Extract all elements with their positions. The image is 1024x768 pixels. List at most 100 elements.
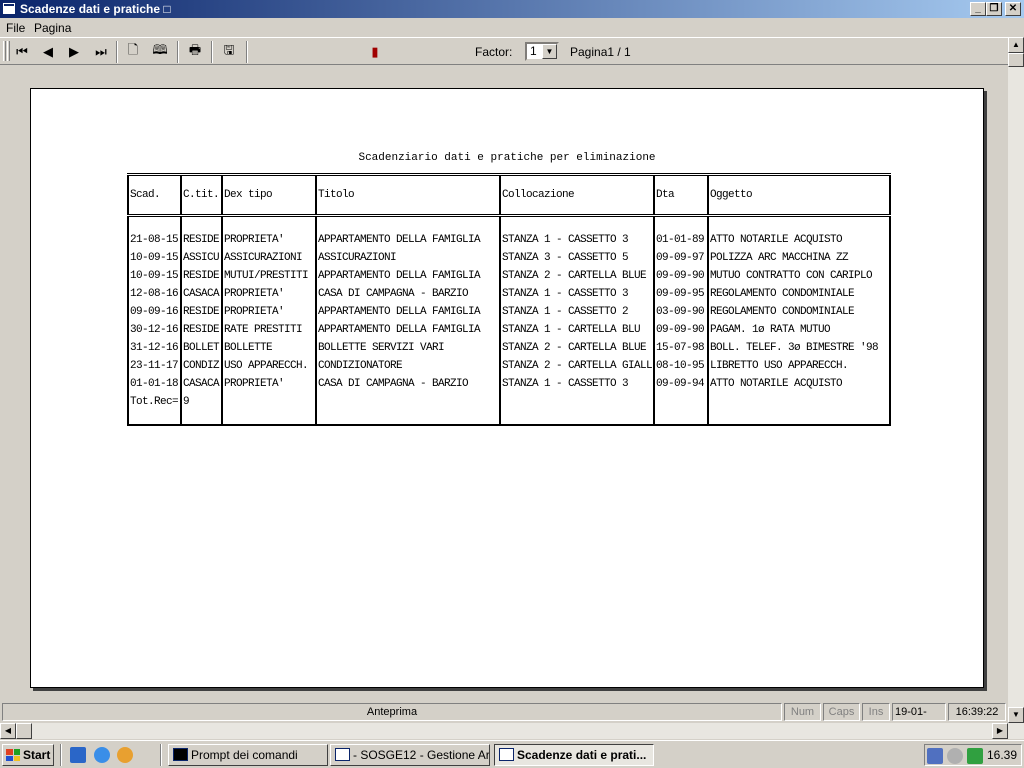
show-desktop-icon[interactable] <box>70 747 86 763</box>
security-icon[interactable] <box>947 748 963 764</box>
table-cell: 10-09-15 <box>127 267 182 285</box>
taskbar: Start Prompt dei comandi - SOSGE12 - Ges… <box>0 740 1024 768</box>
table-cell: ATTO NOTARILE ACQUISTO <box>707 375 892 393</box>
exit-door-icon[interactable]: ▮ <box>364 41 386 63</box>
start-label: Start <box>23 748 51 762</box>
column-header: Scad. <box>127 173 182 217</box>
table-cell: STANZA 2 - CARTELLA GIALL <box>498 357 656 375</box>
menu-bar: File Pagina <box>0 18 1024 37</box>
table-row: 12-08-16 CASACA PROPRIETA' CASA DI CAMPAGNA… <box>127 285 892 303</box>
chevron-down-icon[interactable]: ▼ <box>542 44 557 59</box>
table-cell: RATE PRESTITI <box>221 321 317 339</box>
menu-pagina[interactable]: Pagina <box>34 21 71 35</box>
table-cell: APPARTAMENTO DELLA FAMIGLIA <box>315 321 501 339</box>
scroll-up-icon[interactable]: ▲ <box>1008 37 1024 53</box>
table-cell: POLIZZA ARC MACCHINA ZZ <box>707 249 892 267</box>
scroll-thumb[interactable] <box>1008 53 1024 67</box>
table-row: 10-09-15 ASSICU ASSICURAZIONI ASSICURAZIONI… <box>127 249 892 267</box>
next-page-icon[interactable]: ▶ <box>63 41 85 63</box>
task-sosge12[interactable]: - SOSGE12 - Gestione Ar... <box>330 744 490 766</box>
column-header: Dex tipo <box>221 173 317 217</box>
table-cell: 12-08-16 <box>127 285 182 303</box>
scroll-left-icon[interactable]: ◀ <box>0 723 16 739</box>
toolbar-separator <box>177 41 179 63</box>
table-cell: RESIDE <box>180 303 223 321</box>
table-cell: STANZA 1 - CARTELLA BLU <box>498 321 656 339</box>
table-row: 30-12-16 RESIDE RATE PRESTITI APPARTAMENTO … <box>127 321 892 339</box>
safely-remove-icon[interactable] <box>967 748 983 764</box>
column-header: Oggetto <box>707 173 892 217</box>
print-preview-area[interactable]: Scadenziario dati e pratiche per elimina… <box>0 66 1008 702</box>
table-cell: STANZA 2 - CARTELLA BLUE <box>498 267 656 285</box>
table-cell <box>498 393 656 413</box>
table-cell: STANZA 1 - CASSETTO 3 <box>498 375 656 393</box>
table-cell: 09-09-95 <box>653 285 710 303</box>
table-cell: 15-07-98 <box>653 339 710 357</box>
vertical-scrollbar[interactable]: ▲ ▼ <box>1008 37 1024 723</box>
network-icon[interactable] <box>927 748 943 764</box>
table-cell: PROPRIETA' <box>221 303 317 321</box>
two-pages-icon[interactable]: 🕮 <box>149 41 171 63</box>
first-page-icon[interactable]: ⏮ <box>11 41 33 63</box>
table-cell: 09-09-97 <box>653 249 710 267</box>
table-cell: BOLLETTE <box>221 339 317 357</box>
table-cell: CASA DI CAMPAGNA - BARZIO <box>315 375 501 393</box>
table-cell: BOLLETTE SERVIZI VARI <box>315 339 501 357</box>
close-button[interactable]: ✕ <box>1005 2 1021 16</box>
table-row: 01-01-18 CASACA PROPRIETA' CASA DI CAMPAGNA… <box>127 375 892 393</box>
table-cell: REGOLAMENTO CONDOMINIALE <box>707 303 892 321</box>
table-cell: STANZA 1 - CASSETTO 2 <box>498 303 656 321</box>
table-cell: APPARTAMENTO DELLA FAMIGLIA <box>315 215 501 249</box>
total-row: Tot.Rec= 9 <box>127 393 892 413</box>
single-page-icon[interactable]: 🗋 <box>122 41 144 63</box>
table-cell: CASA DI CAMPAGNA - BARZIO <box>315 285 501 303</box>
toolbar-separator <box>246 41 248 63</box>
toolbar-separator <box>211 41 213 63</box>
minimize-button[interactable]: _ <box>970 2 986 16</box>
table-cell: RESIDE <box>180 215 223 249</box>
scroll-thumb[interactable] <box>16 723 32 739</box>
status-ins: Ins <box>862 703 890 721</box>
table-cell <box>221 393 317 413</box>
table-cell: ASSICU <box>180 249 223 267</box>
table-cell: PROPRIETA' <box>221 285 317 303</box>
table-cell: 03-09-90 <box>653 303 710 321</box>
status-time: 16:39:22 <box>948 703 1006 721</box>
table-footer-cell <box>707 413 892 426</box>
media-player-icon[interactable] <box>117 747 133 763</box>
export-icon[interactable]: 🖫 <box>218 41 240 63</box>
scroll-right-icon[interactable]: ▶ <box>992 723 1008 739</box>
table-row: 31-12-16 BOLLET BOLLETTE BOLLETTE SERVIZI V… <box>127 339 892 357</box>
scroll-down-icon[interactable]: ▼ <box>1008 707 1024 723</box>
horizontal-scrollbar[interactable]: ◀ ▶ <box>0 723 1024 739</box>
last-page-icon[interactable]: ⏭ <box>90 41 112 63</box>
column-header: Dta <box>653 173 710 217</box>
table-cell: MUTUI/PRESTITI <box>221 267 317 285</box>
toolbar-grip[interactable] <box>3 41 6 61</box>
clock: 16.39 <box>987 748 1018 762</box>
table-row: 23-11-17 CONDIZ USO APPARECCH. CONDIZIONATO… <box>127 357 892 375</box>
table-cell: 23-11-17 <box>127 357 182 375</box>
factor-select[interactable]: 1 ▼ <box>525 42 559 61</box>
app-icon[interactable] <box>2 2 16 15</box>
print-icon[interactable]: 🖶 <box>184 41 206 63</box>
table-row: 09-09-16 RESIDE PROPRIETA' APPARTAMENTO DEL… <box>127 303 892 321</box>
restore-button[interactable]: ❐ <box>986 2 1002 16</box>
table-cell: 9 <box>180 393 223 413</box>
task-command-prompt[interactable]: Prompt dei comandi <box>168 744 328 766</box>
table-header-row: Scad. C.tit. Dex tipo Titolo Collocazione Dta… <box>127 173 892 217</box>
windows-logo-icon <box>6 749 20 761</box>
table-cell: PROPRIETA' <box>221 375 317 393</box>
status-date: 19-01-2016 <box>892 703 946 721</box>
table-footer-cell <box>180 413 223 426</box>
internet-explorer-icon[interactable] <box>94 747 110 763</box>
task-label: Prompt dei comandi <box>191 748 298 762</box>
toolbar-grip[interactable] <box>7 41 10 61</box>
table-cell <box>653 393 710 413</box>
task-scadenze[interactable]: Scadenze dati e prati... <box>494 744 654 766</box>
previous-page-icon[interactable]: ◀ <box>37 41 59 63</box>
menu-file[interactable]: File <box>6 21 25 35</box>
column-header: Collocazione <box>498 173 656 217</box>
start-button[interactable]: Start <box>2 744 54 766</box>
page-indicator: Pagina1 / 1 <box>570 45 631 59</box>
